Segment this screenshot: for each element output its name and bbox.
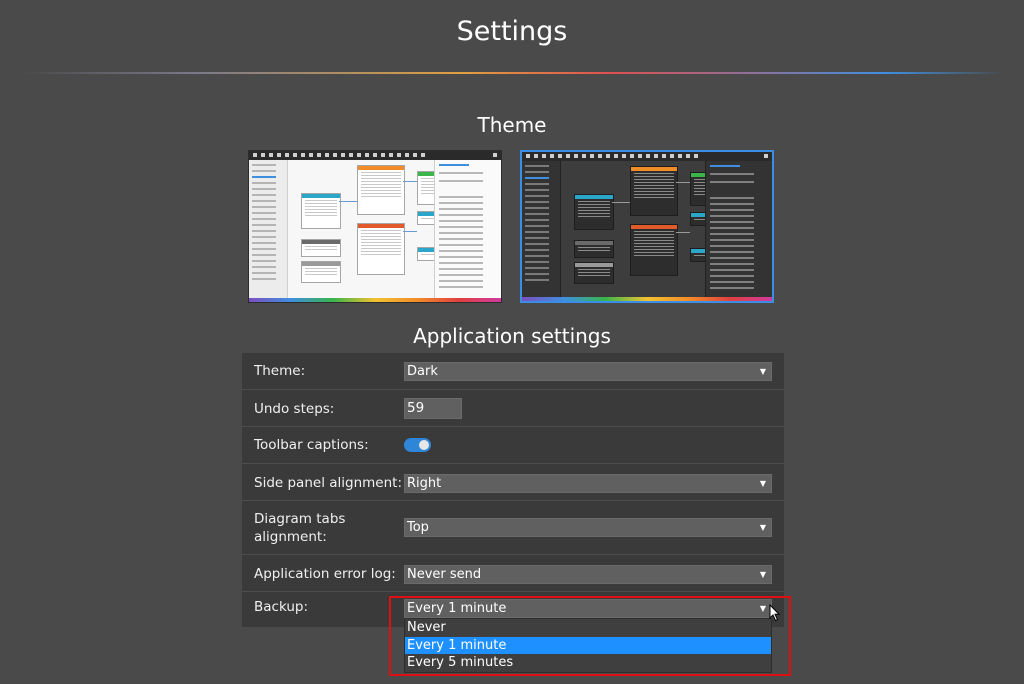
thumbnail-table — [357, 165, 405, 215]
backup-option-never[interactable]: Never — [405, 619, 771, 637]
thumbnail-table — [574, 262, 614, 284]
settings-table: Theme: Dark ▼ Undo steps: 59 Toolbar cap… — [242, 353, 784, 627]
diagram-tabs-select[interactable]: Top ▼ — [404, 518, 772, 537]
thumbnail-link — [339, 201, 357, 202]
setting-row-toolbar-captions: Toolbar captions: — [242, 427, 784, 464]
setting-label: Backup: — [254, 599, 309, 615]
thumbnail-link — [676, 182, 690, 183]
mouse-cursor-icon — [769, 604, 781, 622]
thumbnail-toolbar — [522, 152, 772, 161]
thumbnail-side-panel — [434, 160, 501, 298]
backup-option-every-1-minute[interactable]: Every 1 minute — [405, 636, 771, 654]
setting-row-theme: Theme: Dark ▼ — [242, 353, 784, 390]
thumbnail-table — [574, 194, 614, 230]
thumbnail-table — [301, 193, 341, 229]
setting-row-diagram-tabs: Diagram tabs alignment: Top ▼ — [242, 501, 784, 555]
thumbnail-table — [630, 224, 678, 276]
setting-row-undo-steps: Undo steps: 59 — [242, 390, 784, 427]
select-value: Every 1 minute — [407, 601, 507, 616]
thumbnail-table — [574, 240, 614, 258]
setting-row-error-log: Application error log: Never send ▼ — [242, 555, 784, 592]
setting-label: Toolbar captions: — [254, 437, 369, 453]
caret-down-icon: ▼ — [759, 570, 766, 579]
thumbnail-link — [403, 181, 417, 182]
caret-down-icon: ▼ — [759, 523, 766, 532]
error-log-select[interactable]: Never send ▼ — [404, 565, 772, 584]
caret-down-icon: ▼ — [759, 479, 766, 488]
thumbnail-link — [612, 202, 630, 203]
theme-option-dark[interactable] — [520, 150, 774, 303]
theme-section-title: Theme — [477, 113, 547, 137]
toolbar-captions-toggle[interactable] — [404, 438, 431, 452]
setting-row-side-panel: Side panel alignment: Right ▼ — [242, 464, 784, 501]
page-title: Settings — [456, 16, 568, 47]
thumbnail-side-panel — [705, 161, 772, 297]
setting-label: Side panel alignment: — [254, 475, 402, 491]
thumbnail-table — [301, 261, 341, 283]
theme-select[interactable]: Dark ▼ — [404, 362, 772, 381]
app-settings-title: Application settings — [413, 324, 611, 348]
caret-down-icon: ▼ — [759, 367, 766, 376]
thumbnail-table — [630, 166, 678, 216]
toggle-knob — [419, 440, 429, 450]
thumbnail-rainbow-bar — [522, 297, 772, 301]
thumbnail-table — [301, 239, 341, 257]
backup-select[interactable]: Every 1 minute ▼ — [404, 599, 772, 618]
thumbnail-table — [357, 223, 405, 275]
select-value: Top — [407, 520, 429, 535]
caret-down-icon: ▼ — [759, 604, 766, 613]
backup-dropdown-list: Never Every 1 minute Every 5 minutes — [404, 618, 772, 673]
side-panel-select[interactable]: Right ▼ — [404, 474, 772, 493]
header-divider — [20, 72, 1004, 74]
thumbnail-sidebar — [249, 160, 288, 298]
setting-label: Diagram tabs alignment: — [254, 511, 346, 545]
thumbnail-sidebar — [522, 161, 561, 297]
setting-label: Application error log: — [254, 566, 396, 582]
thumbnail-toolbar — [249, 151, 501, 160]
select-value: Never send — [407, 567, 482, 582]
select-value: Right — [407, 476, 442, 491]
theme-option-light[interactable] — [248, 150, 502, 303]
setting-label: Theme: — [254, 363, 306, 379]
thumbnail-link — [403, 231, 417, 232]
setting-label: Undo steps: — [254, 401, 335, 417]
backup-option-every-5-minutes[interactable]: Every 5 minutes — [405, 654, 771, 672]
thumbnail-link — [676, 232, 690, 233]
select-value: Dark — [407, 364, 438, 379]
thumbnail-rainbow-bar — [249, 298, 501, 302]
undo-steps-input[interactable]: 59 — [404, 398, 462, 419]
